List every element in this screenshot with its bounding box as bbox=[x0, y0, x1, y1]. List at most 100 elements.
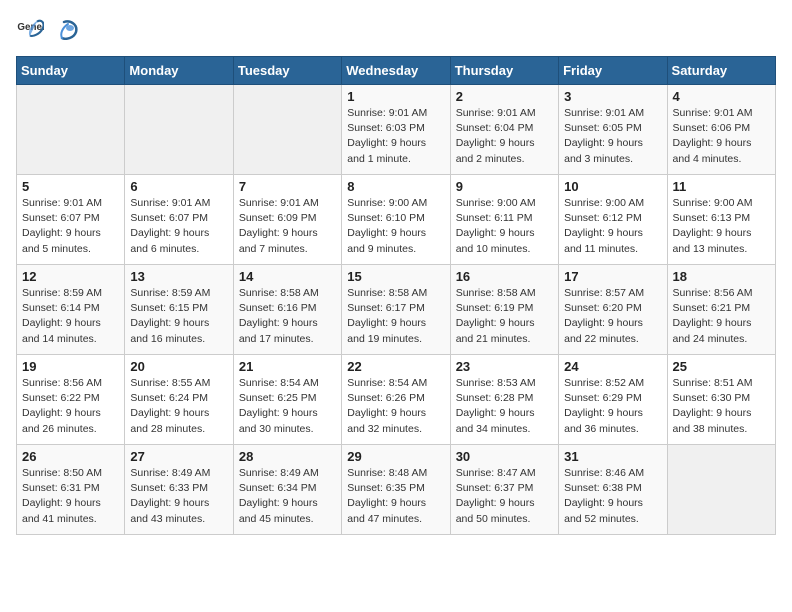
calendar-cell bbox=[17, 85, 125, 175]
calendar-table: SundayMondayTuesdayWednesdayThursdayFrid… bbox=[16, 56, 776, 535]
day-number: 7 bbox=[239, 179, 336, 194]
day-of-week-header: Wednesday bbox=[342, 57, 450, 85]
calendar-cell: 11 Sunrise: 9:00 AM Sunset: 6:13 PM Dayli… bbox=[667, 175, 775, 265]
logo-icon: General bbox=[16, 16, 44, 44]
day-number: 4 bbox=[673, 89, 770, 104]
day-number: 10 bbox=[564, 179, 661, 194]
calendar-cell: 21 Sunrise: 8:54 AM Sunset: 6:25 PM Dayli… bbox=[233, 355, 341, 445]
day-number: 18 bbox=[673, 269, 770, 284]
calendar-cell: 6 Sunrise: 9:01 AM Sunset: 6:07 PM Daylig… bbox=[125, 175, 233, 265]
day-number: 25 bbox=[673, 359, 770, 374]
day-number: 27 bbox=[130, 449, 227, 464]
calendar-cell: 14 Sunrise: 8:58 AM Sunset: 6:16 PM Dayli… bbox=[233, 265, 341, 355]
day-number: 12 bbox=[22, 269, 119, 284]
calendar-cell: 31 Sunrise: 8:46 AM Sunset: 6:38 PM Dayli… bbox=[559, 445, 667, 535]
calendar-cell: 25 Sunrise: 8:51 AM Sunset: 6:30 PM Dayli… bbox=[667, 355, 775, 445]
logo: General bbox=[16, 16, 80, 44]
day-number: 31 bbox=[564, 449, 661, 464]
cell-content: Sunrise: 9:01 AM Sunset: 6:04 PM Dayligh… bbox=[456, 106, 553, 167]
day-number: 1 bbox=[347, 89, 444, 104]
cell-content: Sunrise: 8:56 AM Sunset: 6:21 PM Dayligh… bbox=[673, 286, 770, 347]
cell-content: Sunrise: 8:47 AM Sunset: 6:37 PM Dayligh… bbox=[456, 466, 553, 527]
day-of-week-header: Tuesday bbox=[233, 57, 341, 85]
calendar-cell: 29 Sunrise: 8:48 AM Sunset: 6:35 PM Dayli… bbox=[342, 445, 450, 535]
cell-content: Sunrise: 9:01 AM Sunset: 6:09 PM Dayligh… bbox=[239, 196, 336, 257]
calendar-cell: 18 Sunrise: 8:56 AM Sunset: 6:21 PM Dayli… bbox=[667, 265, 775, 355]
calendar-cell: 22 Sunrise: 8:54 AM Sunset: 6:26 PM Dayli… bbox=[342, 355, 450, 445]
day-number: 30 bbox=[456, 449, 553, 464]
calendar-cell bbox=[233, 85, 341, 175]
header: General bbox=[16, 16, 776, 44]
day-of-week-header: Sunday bbox=[17, 57, 125, 85]
day-number: 16 bbox=[456, 269, 553, 284]
calendar-cell bbox=[125, 85, 233, 175]
calendar-cell: 7 Sunrise: 9:01 AM Sunset: 6:09 PM Daylig… bbox=[233, 175, 341, 265]
cell-content: Sunrise: 9:00 AM Sunset: 6:10 PM Dayligh… bbox=[347, 196, 444, 257]
day-number: 5 bbox=[22, 179, 119, 194]
cell-content: Sunrise: 8:50 AM Sunset: 6:31 PM Dayligh… bbox=[22, 466, 119, 527]
cell-content: Sunrise: 9:01 AM Sunset: 6:07 PM Dayligh… bbox=[130, 196, 227, 257]
day-number: 3 bbox=[564, 89, 661, 104]
day-number: 17 bbox=[564, 269, 661, 284]
day-number: 2 bbox=[456, 89, 553, 104]
day-of-week-header: Saturday bbox=[667, 57, 775, 85]
cell-content: Sunrise: 8:55 AM Sunset: 6:24 PM Dayligh… bbox=[130, 376, 227, 437]
day-number: 29 bbox=[347, 449, 444, 464]
day-number: 14 bbox=[239, 269, 336, 284]
calendar-cell: 15Sunrise: 8:58 AM Sunset: 6:17 PM Dayli… bbox=[342, 265, 450, 355]
calendar-cell: 1 Sunrise: 9:01 AM Sunset: 6:03 PM Daylig… bbox=[342, 85, 450, 175]
calendar-cell: 13 Sunrise: 8:59 AM Sunset: 6:15 PM Dayli… bbox=[125, 265, 233, 355]
day-number: 6 bbox=[130, 179, 227, 194]
day-number: 20 bbox=[130, 359, 227, 374]
cell-content: Sunrise: 8:49 AM Sunset: 6:33 PM Dayligh… bbox=[130, 466, 227, 527]
calendar-cell: 19 Sunrise: 8:56 AM Sunset: 6:22 PM Dayli… bbox=[17, 355, 125, 445]
cell-content: Sunrise: 8:54 AM Sunset: 6:26 PM Dayligh… bbox=[347, 376, 444, 437]
calendar-cell: 23 Sunrise: 8:53 AM Sunset: 6:28 PM Dayli… bbox=[450, 355, 558, 445]
day-number: 23 bbox=[456, 359, 553, 374]
calendar-cell: 16 Sunrise: 8:58 AM Sunset: 6:19 PM Dayli… bbox=[450, 265, 558, 355]
cell-content: Sunrise: 8:48 AM Sunset: 6:35 PM Dayligh… bbox=[347, 466, 444, 527]
cell-content: Sunrise: 8:59 AM Sunset: 6:15 PM Dayligh… bbox=[130, 286, 227, 347]
calendar-cell: 5 Sunrise: 9:01 AM Sunset: 6:07 PM Daylig… bbox=[17, 175, 125, 265]
day-number: 24 bbox=[564, 359, 661, 374]
calendar-cell: 9 Sunrise: 9:00 AM Sunset: 6:11 PM Daylig… bbox=[450, 175, 558, 265]
day-of-week-header: Monday bbox=[125, 57, 233, 85]
cell-content: Sunrise: 9:01 AM Sunset: 6:05 PM Dayligh… bbox=[564, 106, 661, 167]
cell-content: Sunrise: 9:01 AM Sunset: 6:07 PM Dayligh… bbox=[22, 196, 119, 257]
day-number: 13 bbox=[130, 269, 227, 284]
day-number: 9 bbox=[456, 179, 553, 194]
calendar-cell: 2 Sunrise: 9:01 AM Sunset: 6:04 PM Daylig… bbox=[450, 85, 558, 175]
cell-content: Sunrise: 8:57 AM Sunset: 6:20 PM Dayligh… bbox=[564, 286, 661, 347]
cell-content: Sunrise: 9:01 AM Sunset: 6:06 PM Dayligh… bbox=[673, 106, 770, 167]
cell-content: Sunrise: 9:01 AM Sunset: 6:03 PM Dayligh… bbox=[347, 106, 444, 167]
day-number: 8 bbox=[347, 179, 444, 194]
calendar-cell: 8 Sunrise: 9:00 AM Sunset: 6:10 PM Daylig… bbox=[342, 175, 450, 265]
day-number: 22 bbox=[347, 359, 444, 374]
cell-content: Sunrise: 8:59 AM Sunset: 6:14 PM Dayligh… bbox=[22, 286, 119, 347]
cell-content: Sunrise: 9:00 AM Sunset: 6:12 PM Dayligh… bbox=[564, 196, 661, 257]
day-number: 26 bbox=[22, 449, 119, 464]
calendar-cell: 4 Sunrise: 9:01 AM Sunset: 6:06 PM Daylig… bbox=[667, 85, 775, 175]
day-number: 21 bbox=[239, 359, 336, 374]
cell-content: Sunrise: 8:54 AM Sunset: 6:25 PM Dayligh… bbox=[239, 376, 336, 437]
cell-content: Sunrise: 8:58 AM Sunset: 6:17 PM Dayligh… bbox=[347, 286, 444, 347]
calendar-cell: 28Sunrise: 8:49 AM Sunset: 6:34 PM Dayli… bbox=[233, 445, 341, 535]
cell-content: Sunrise: 8:52 AM Sunset: 6:29 PM Dayligh… bbox=[564, 376, 661, 437]
cell-content: Sunrise: 9:00 AM Sunset: 6:11 PM Dayligh… bbox=[456, 196, 553, 257]
calendar-cell: 27 Sunrise: 8:49 AM Sunset: 6:33 PM Dayli… bbox=[125, 445, 233, 535]
cell-content: Sunrise: 8:53 AM Sunset: 6:28 PM Dayligh… bbox=[456, 376, 553, 437]
cell-content: Sunrise: 8:58 AM Sunset: 6:16 PM Dayligh… bbox=[239, 286, 336, 347]
calendar-cell: 10 Sunrise: 9:00 AM Sunset: 6:12 PM Dayli… bbox=[559, 175, 667, 265]
cell-content: Sunrise: 8:56 AM Sunset: 6:22 PM Dayligh… bbox=[22, 376, 119, 437]
day-number: 19 bbox=[22, 359, 119, 374]
day-number: 11 bbox=[673, 179, 770, 194]
calendar-cell: 3 Sunrise: 9:01 AM Sunset: 6:05 PM Daylig… bbox=[559, 85, 667, 175]
calendar-cell: 30 Sunrise: 8:47 AM Sunset: 6:37 PM Dayli… bbox=[450, 445, 558, 535]
day-of-week-header: Friday bbox=[559, 57, 667, 85]
calendar-cell: 17 Sunrise: 8:57 AM Sunset: 6:20 PM Dayli… bbox=[559, 265, 667, 355]
cell-content: Sunrise: 8:46 AM Sunset: 6:38 PM Dayligh… bbox=[564, 466, 661, 527]
cell-content: Sunrise: 8:51 AM Sunset: 6:30 PM Dayligh… bbox=[673, 376, 770, 437]
cell-content: Sunrise: 8:49 AM Sunset: 6:34 PM Dayligh… bbox=[239, 466, 336, 527]
cell-content: Sunrise: 9:00 AM Sunset: 6:13 PM Dayligh… bbox=[673, 196, 770, 257]
cell-content: Sunrise: 8:58 AM Sunset: 6:19 PM Dayligh… bbox=[456, 286, 553, 347]
